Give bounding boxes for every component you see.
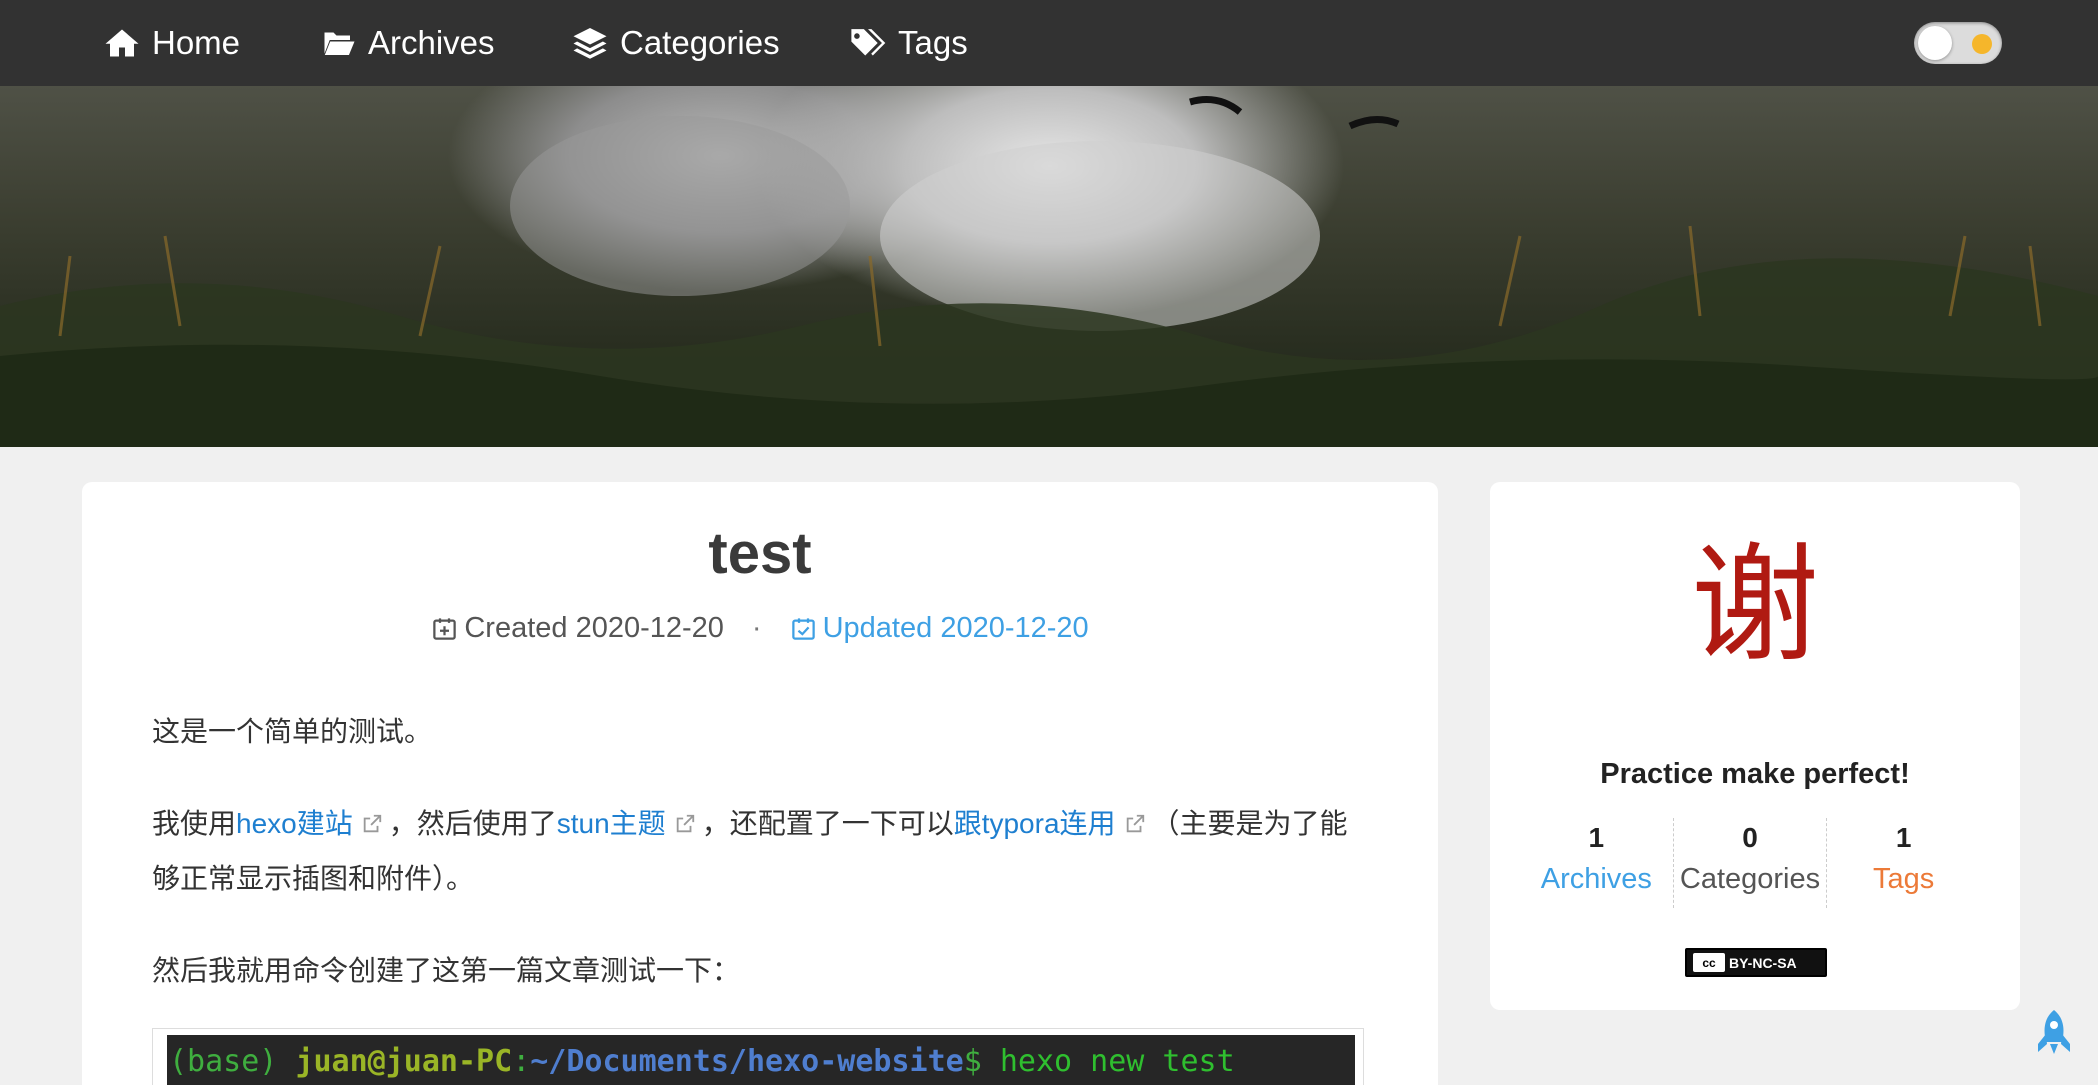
stat-tags-count: 1 (1895, 822, 1912, 853)
nav-categories[interactable]: Categories (572, 0, 780, 86)
paragraph-3: 然后我就用命令创建了这第一篇文章测试一下： (152, 955, 741, 986)
calendar-plus-icon (433, 618, 457, 640)
stat-archives[interactable]: 1 Archives (1520, 818, 1673, 908)
code-prompt: $ (963, 1044, 982, 1079)
external-link-icon (676, 814, 694, 833)
created-label: Created (464, 612, 568, 644)
post-body: 这是一个简单的测试。 我使用hexo建站 ，然后使用了stun主题 ，还配置了一下可… (152, 704, 1372, 1035)
tags-icon (851, 29, 886, 56)
cc-license-badge[interactable]: cc BY-NC-SA (1685, 948, 1827, 977)
code-user: juan@juan-PC (295, 1044, 513, 1079)
text-span: 我使用 (152, 808, 237, 839)
code-block: (base) juan@juan-PC:~/Documents/hexo-web… (152, 1028, 1364, 1085)
updated-date: Updated 2020-12-20 (790, 612, 1089, 645)
external-link-icon (363, 814, 381, 833)
text-span: ，还配置了一下可以 (701, 808, 954, 839)
cc-icon: cc (1693, 953, 1725, 972)
created-value: 2020-12-20 (575, 612, 724, 644)
external-link-icon (1126, 814, 1144, 833)
code-env: (base) (169, 1044, 278, 1079)
post-title: test (708, 521, 812, 586)
code-command: hexo new test (981, 1044, 1235, 1079)
stat-archives-count: 1 (1588, 822, 1605, 853)
hexo-link[interactable]: hexo建站 (236, 808, 353, 839)
code-line: (base) juan@juan-PC:~/Documents/hexo-web… (167, 1035, 1355, 1085)
stat-tags-label: Tags (1873, 863, 1935, 895)
nav-archives[interactable]: Archives (320, 0, 495, 86)
updated-label: Updated (822, 612, 933, 644)
avatar: 谢 (1690, 531, 1819, 680)
nav-home[interactable]: Home (104, 0, 240, 86)
post-meta: Created 2020-12-20 · Updated 2020-12-20 (82, 612, 1438, 645)
layers-icon (573, 28, 607, 59)
nav-tags[interactable]: Tags (850, 0, 968, 86)
nav-tags-label: Tags (898, 24, 968, 61)
folder-open-icon (323, 32, 355, 55)
code-path: ~/Documents/hexo-website (530, 1044, 964, 1079)
stun-link[interactable]: stun主题 (557, 808, 666, 839)
sidebar-profile-card: 谢 Practice make perfect! 1 Archives 0 Ca… (1490, 482, 2020, 1010)
toggle-knob (1918, 26, 1952, 60)
stat-categories-count: 0 (1742, 822, 1758, 853)
stat-archives-label: Archives (1540, 863, 1652, 895)
paragraph-2: 我使用hexo建站 ，然后使用了stun主题 ，还配置了一下可以跟typora连用（… (152, 796, 1372, 906)
author-motto: Practice make perfect! (1600, 758, 1910, 790)
stat-categories[interactable]: 0 Categories (1672, 818, 1827, 908)
calendar-check-icon (791, 618, 815, 640)
updated-value: 2020-12-20 (940, 612, 1089, 644)
top-navbar: Home Archives Categories Tags (0, 0, 2098, 86)
meta-separator: · (751, 612, 762, 644)
nav-archives-label: Archives (368, 24, 495, 61)
home-icon (105, 29, 139, 57)
nav-categories-label: Categories (620, 24, 780, 61)
stat-tags[interactable]: 1 Tags (1826, 818, 1980, 908)
header-banner-image (0, 86, 2098, 447)
typora-link[interactable]: 跟typora连用 (954, 808, 1116, 839)
theme-toggle[interactable] (1914, 22, 2002, 64)
paragraph-1: 这是一个简单的测试。 (152, 716, 433, 747)
created-date: Created 2020-12-20 (431, 612, 724, 645)
site-stats: 1 Archives 0 Categories 1 Tags (1520, 818, 1980, 908)
nav-home-label: Home (152, 24, 241, 61)
stat-categories-label: Categories (1679, 863, 1821, 895)
text-span: ，然后使用了 (388, 808, 557, 839)
license-text: BY-NC-SA (1729, 954, 1797, 971)
rocket-icon[interactable] (2034, 1008, 2074, 1056)
sun-icon (1972, 34, 1992, 54)
code-colon: : (512, 1044, 531, 1079)
post-card: test Created 2020-12-20 · Updated 2020-1… (82, 482, 1438, 1085)
